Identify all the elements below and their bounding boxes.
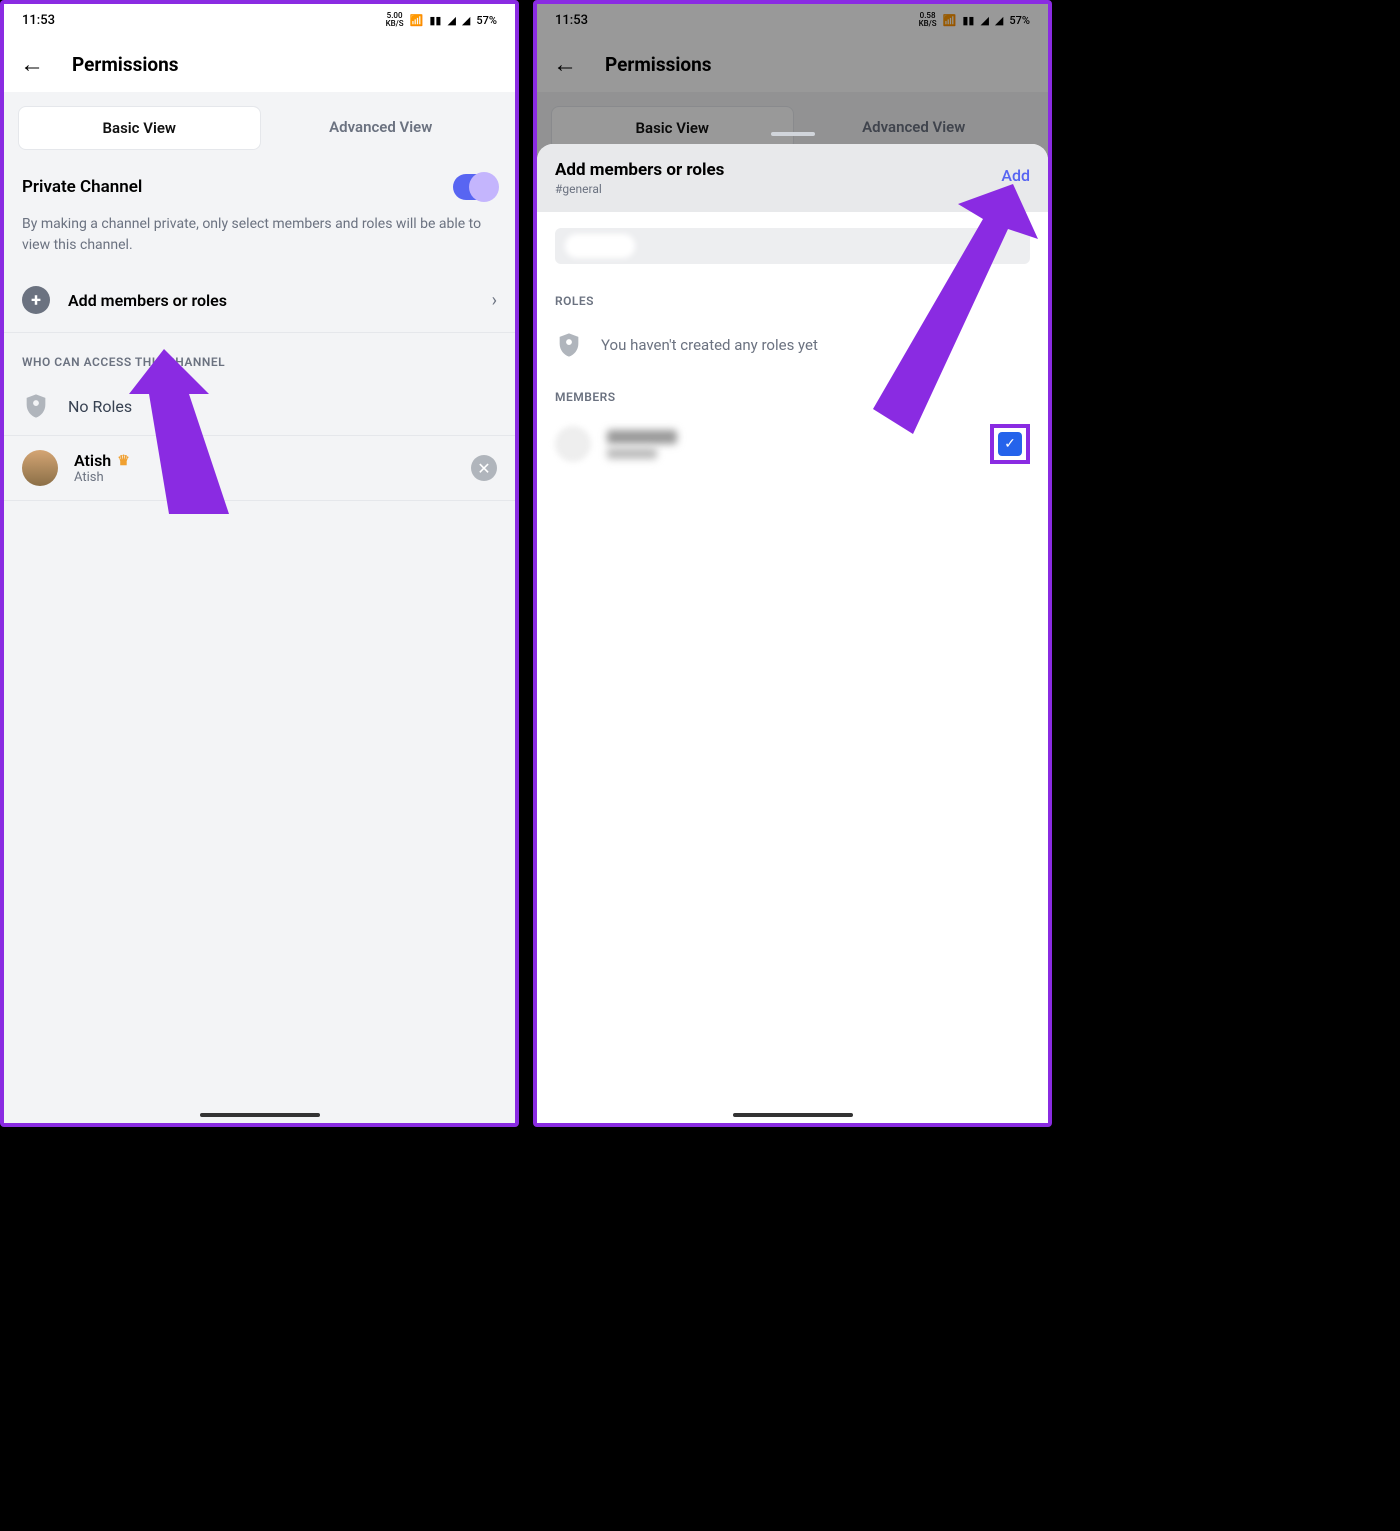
add-members-label: Add members or roles bbox=[68, 291, 474, 310]
checkbox-highlight: ✓ bbox=[990, 424, 1030, 464]
chevron-right-icon: › bbox=[492, 290, 497, 311]
shield-icon bbox=[555, 330, 583, 360]
tab-advanced-view[interactable]: Advanced View bbox=[261, 106, 502, 150]
search-input[interactable] bbox=[555, 228, 1030, 264]
member-checkbox[interactable]: ✓ bbox=[998, 432, 1022, 456]
private-channel-description: By making a channel private, only select… bbox=[22, 214, 497, 256]
search-token bbox=[565, 234, 635, 258]
roles-section-label: ROLES bbox=[537, 280, 1048, 314]
add-members-or-roles-row[interactable]: + Add members or roles › bbox=[4, 268, 515, 333]
header: ← Permissions bbox=[4, 36, 515, 92]
plus-circle-icon: + bbox=[22, 286, 50, 314]
member-sub-blurred bbox=[607, 448, 657, 459]
screenshot-right: 11:53 0.58KB/S 📶▮▮◢◢ 57% ← Permissions B… bbox=[533, 0, 1052, 1127]
shield-icon bbox=[22, 391, 50, 421]
page-title: Permissions bbox=[72, 53, 179, 76]
no-roles-row: No Roles bbox=[4, 377, 515, 436]
member-row[interactable]: Atish ♛ Atish ✕ bbox=[4, 436, 515, 501]
tab-basic-view[interactable]: Basic View bbox=[18, 106, 261, 150]
status-time: 11:53 bbox=[22, 13, 55, 28]
add-button[interactable]: Add bbox=[1001, 160, 1030, 185]
home-indicator bbox=[200, 1113, 320, 1117]
roles-empty-text: You haven't created any roles yet bbox=[601, 336, 818, 354]
sheet-channel: #general bbox=[555, 182, 724, 196]
sheet-title: Add members or roles bbox=[555, 160, 724, 180]
private-channel-toggle[interactable] bbox=[453, 174, 497, 200]
sheet-handle[interactable] bbox=[771, 132, 815, 136]
add-members-sheet: Add members or roles #general Add ROLES … bbox=[537, 144, 1048, 1123]
back-arrow-icon[interactable]: ← bbox=[20, 50, 44, 79]
home-indicator bbox=[733, 1113, 853, 1117]
members-section-label: MEMBERS bbox=[537, 376, 1048, 410]
member-row[interactable]: ✓ bbox=[537, 410, 1048, 478]
remove-member-button[interactable]: ✕ bbox=[471, 455, 497, 481]
member-name-blurred bbox=[607, 430, 677, 444]
member-subtitle: Atish bbox=[74, 470, 455, 485]
crown-icon: ♛ bbox=[117, 453, 130, 469]
avatar bbox=[22, 450, 58, 486]
private-channel-label: Private Channel bbox=[22, 177, 142, 197]
status-bar: 11:53 5.00KB/S 📶▮▮◢◢ 57% bbox=[4, 4, 515, 36]
who-can-access-label: WHO CAN ACCESS THIS CHANNEL bbox=[4, 333, 515, 377]
avatar bbox=[555, 426, 591, 462]
member-name: Atish ♛ bbox=[74, 451, 455, 470]
status-icons: 5.00KB/S 📶▮▮◢◢ 57% bbox=[386, 12, 497, 28]
no-roles-text: No Roles bbox=[68, 397, 132, 416]
screenshot-left: 11:53 5.00KB/S 📶▮▮◢◢ 57% ← Permissions B… bbox=[0, 0, 519, 1127]
roles-empty-row: You haven't created any roles yet bbox=[537, 314, 1048, 376]
